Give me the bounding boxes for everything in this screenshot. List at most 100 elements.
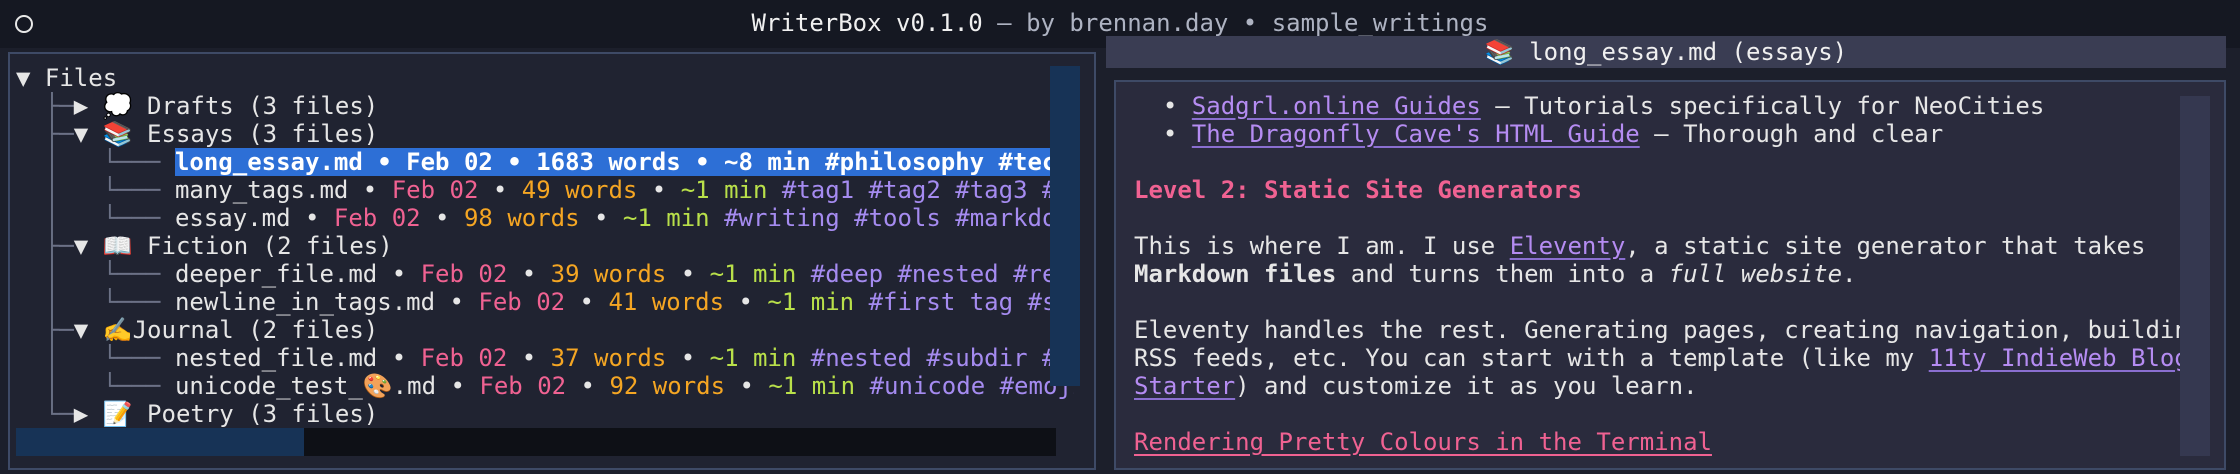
tree-guide: │ └───	[16, 344, 175, 372]
tree-guide: └─	[16, 400, 74, 428]
folder-icon: 📚	[102, 120, 133, 148]
file-name: essay.md	[174, 204, 291, 232]
tree-file[interactable]: │ └─── deeper_file.md • Feb 02 • 39 word…	[16, 260, 1074, 288]
section-heading: Level 2: Static Site Generators	[1134, 176, 1582, 204]
tree-guide: ├─	[16, 92, 74, 120]
file-name: unicode_test_🎨.md	[174, 372, 437, 400]
tree-guide: ├─	[16, 316, 74, 344]
file-date: Feb 02	[391, 176, 479, 204]
tree-file-selected[interactable]: │ └─── long_essay.md • Feb 02 • 1683 wor…	[16, 148, 1074, 176]
folder-icon: 💭	[102, 92, 133, 120]
list-item-text: – Thorough and clear	[1639, 120, 1944, 148]
file-tags: #deep #nested #recurs	[810, 260, 1074, 288]
folder-icon: 📝	[102, 400, 133, 428]
tree-folder[interactable]: ├─▼ ✍️Journal (2 files)	[16, 316, 1074, 344]
tree-horizontal-scrollbar[interactable]	[16, 428, 1056, 456]
paragraph-line: Eleventy handles the rest. Generating pa…	[1134, 316, 2204, 344]
file-word-count: 37 words	[550, 344, 667, 372]
file-word-count: 49 words	[521, 176, 638, 204]
preview-panel[interactable]: • Sadgrl.online Guides – Tutorials speci…	[1114, 80, 2226, 470]
tree-root-label: Files	[44, 64, 118, 92]
tree-folder[interactable]: └─▶ 📝 Poetry (3 files)	[16, 400, 1074, 428]
file-read-time: ~1 min	[709, 344, 797, 372]
file-name: newline_in_tags.md	[174, 288, 436, 316]
list-item-text: – Tutorials specifically for NeoCities	[1480, 92, 2045, 120]
bullet-icon: •	[1134, 92, 1192, 120]
folder-label: Journal (2 files)	[132, 316, 379, 344]
chevron-right-icon[interactable]: ▶	[74, 400, 103, 428]
file-tags: #unicode #emoji #	[869, 372, 1074, 400]
tree-folder[interactable]: ├─▶ 💭 Drafts (3 files)	[16, 92, 1074, 120]
tree-guide: │ └───	[16, 260, 175, 288]
tree-folder[interactable]: ├─▼ 📚 Essays (3 files)	[16, 120, 1074, 148]
paragraph-line: RSS feeds, etc. You can start with a tem…	[1134, 344, 2189, 372]
file-date: Feb 02	[479, 372, 567, 400]
link-11ty-indieweb[interactable]: 11ty IndieWeb Blog	[1929, 344, 2189, 372]
folder-label: Drafts (3 files)	[132, 92, 379, 120]
file-tree-panel[interactable]: ▼ Files ├─▶ 💭 Drafts (3 files) ├─▼ 📚 Ess…	[8, 52, 1096, 470]
tree-file[interactable]: │ └─── nested_file.md • Feb 02 • 37 word…	[16, 344, 1074, 372]
link-eleventy[interactable]: Eleventy	[1510, 232, 1626, 260]
file-name: deeper_file.md	[174, 260, 378, 288]
paragraph-line: This is where I am. I use Eleventy, a st…	[1134, 232, 2146, 260]
tree-guide: │ └───	[16, 204, 175, 232]
file-word-count: 39 words	[550, 260, 667, 288]
tree-guide: ├─	[16, 120, 74, 148]
tree-guide: ├─	[16, 232, 74, 260]
file-date: Feb 02	[333, 204, 421, 232]
tree-guide: │ └───	[16, 288, 175, 316]
file-read-time: ~1 min	[680, 176, 768, 204]
link-dragonfly-cave[interactable]: The Dragonfly Cave's HTML Guide	[1192, 120, 1640, 148]
file-date: Feb 02	[478, 288, 566, 316]
chevron-down-icon[interactable]: ▼	[74, 120, 103, 148]
tree-file[interactable]: │ └─── unicode_test_🎨.md • Feb 02 • 92 w…	[16, 372, 1074, 400]
preview-vertical-scrollbar[interactable]	[2180, 96, 2210, 456]
selected-file-label[interactable]: long_essay.md • Feb 02 • 1683 words • ~8…	[174, 148, 1074, 176]
file-word-count: 98 words	[463, 204, 580, 232]
file-tags: #first tag #secon	[868, 288, 1074, 316]
chevron-right-icon[interactable]: ▶	[74, 92, 103, 120]
link-sadgrl-guides[interactable]: Sadgrl.online Guides	[1192, 92, 1481, 120]
bullet-icon: •	[1134, 120, 1192, 148]
tree-guide: │ └───	[16, 148, 175, 176]
app-subtitle: — by brennan.day • sample_writings	[982, 9, 1489, 37]
paragraph-line: Starter) and customize it as you learn.	[1134, 372, 1698, 400]
file-tags: #nested #subdir #test	[810, 344, 1074, 372]
file-tags: #writing #tools #markdown	[724, 204, 1074, 232]
tree-horizontal-scroll-thumb[interactable]	[16, 428, 304, 456]
list-item: • Sadgrl.online Guides – Tutorials speci…	[1134, 92, 2154, 120]
file-word-count: 92 words	[609, 372, 726, 400]
folder-icon: 📖	[102, 232, 133, 260]
tree-guide: │ └───	[16, 176, 175, 204]
link-rendering-colours[interactable]: Rendering Pretty Colours in the Terminal	[1134, 428, 1712, 456]
tree-folder[interactable]: ├─▼ 📖 Fiction (2 files)	[16, 232, 1074, 260]
chevron-down-icon[interactable]: ▼	[74, 232, 103, 260]
tree-guide: │ └───	[16, 372, 175, 400]
tree-file[interactable]: │ └─── essay.md • Feb 02 • 98 words • ~1…	[16, 204, 1074, 232]
file-date: Feb 02	[420, 344, 508, 372]
tree-root[interactable]: ▼ Files	[16, 64, 1074, 92]
window-title: WriterBox v0.1.0 — by brennan.day • samp…	[0, 9, 2240, 37]
list-item: • The Dragonfly Cave's HTML Guide – Thor…	[1134, 120, 2154, 148]
file-word-count: 41 words	[608, 288, 725, 316]
app-name: WriterBox v0.1.0	[751, 9, 983, 37]
link-starter[interactable]: Starter	[1134, 372, 1235, 400]
tree-file[interactable]: │ └─── newline_in_tags.md • Feb 02 • 41 …	[16, 288, 1074, 316]
file-read-time: ~1 min	[768, 372, 856, 400]
file-read-time: ~1 min	[767, 288, 855, 316]
paragraph-line: Markdown files and turns them into a ful…	[1134, 260, 1857, 288]
tree-file[interactable]: │ └─── many_tags.md • Feb 02 • 49 words …	[16, 176, 1074, 204]
file-name: nested_file.md	[174, 344, 378, 372]
chevron-down-icon[interactable]: ▼	[74, 316, 103, 344]
tree-vertical-scrollbar[interactable]	[1050, 66, 1080, 386]
chevron-down-icon: ▼	[16, 64, 45, 92]
preview-header: 📚 long_essay.md (essays)	[1106, 36, 2226, 68]
file-tree[interactable]: ▼ Files ├─▶ 💭 Drafts (3 files) ├─▼ 📚 Ess…	[16, 64, 1074, 428]
file-date: Feb 02	[420, 260, 508, 288]
folder-label: Fiction (2 files)	[132, 232, 393, 260]
folder-label: Poetry (3 files)	[132, 400, 379, 428]
file-tags: #tag1 #tag2 #tag3 #tag4	[781, 176, 1074, 204]
preview-content: • Sadgrl.online Guides – Tutorials speci…	[1134, 92, 2204, 456]
file-read-time: ~1 min	[622, 204, 710, 232]
file-read-time: ~1 min	[709, 260, 797, 288]
